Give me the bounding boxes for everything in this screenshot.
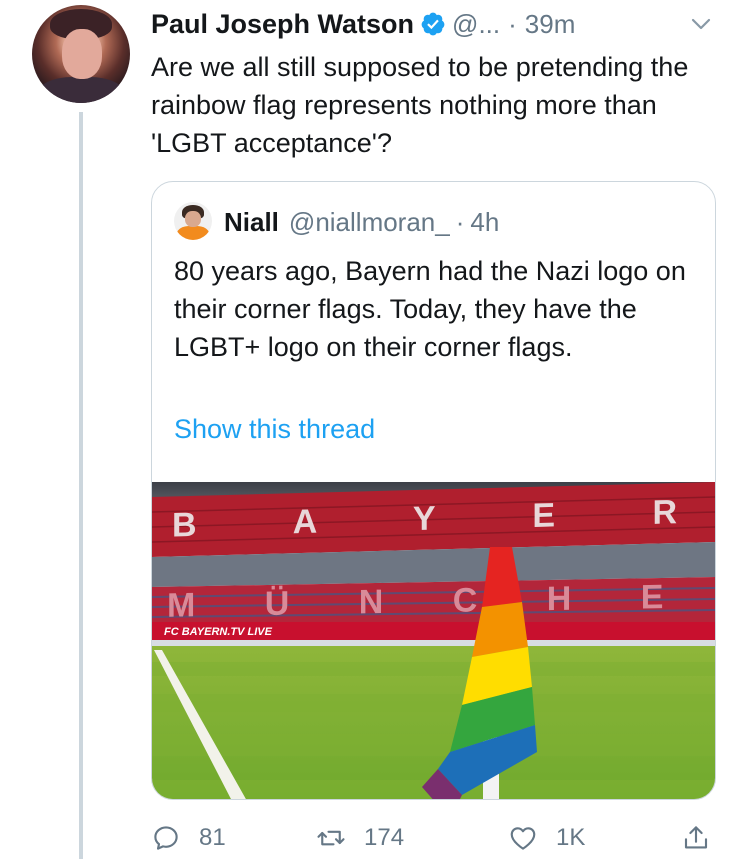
author-name[interactable]: Paul Joseph Watson — [151, 9, 414, 40]
share-icon[interactable] — [681, 823, 711, 853]
like-action[interactable]: 1K — [508, 816, 585, 860]
quote-author-handle: @niallmoran_ — [288, 206, 450, 237]
chevron-down-icon[interactable] — [690, 13, 712, 35]
show-thread-link[interactable]: Show this thread — [174, 414, 375, 445]
quoted-tweet[interactable]: Niall @niallmoran_ · 4h 80 years ago, Ba… — [151, 181, 716, 800]
tweet-header: Paul Joseph Watson @... · 39m — [151, 4, 575, 44]
retweet-action[interactable]: 174 — [316, 816, 404, 860]
quote-separator-dot: · — [455, 206, 465, 237]
tweet-text: Are we all still supposed to be pretendi… — [151, 52, 689, 158]
tweet-action-bar: 81 174 1K — [151, 816, 731, 860]
author-avatar[interactable] — [32, 5, 130, 103]
like-icon[interactable] — [508, 823, 538, 853]
like-count: 1K — [556, 824, 586, 851]
quote-header: Niall @niallmoran_ · 4h — [224, 202, 499, 242]
retweet-count: 174 — [364, 824, 405, 851]
stadium-corner-flag-photo[interactable]: B A Y E R N M Ü N C H E N FC BAYERN.TV L… — [152, 482, 716, 800]
tweet-timestamp[interactable]: 39m — [525, 9, 576, 40]
reply-action[interactable]: 81 — [151, 816, 226, 860]
separator-dot: · — [508, 8, 517, 39]
quote-timestamp: 4h — [470, 206, 500, 237]
quote-author-name: Niall — [224, 206, 279, 237]
retweet-icon[interactable] — [316, 823, 346, 853]
share-action[interactable] — [681, 816, 711, 860]
quote-text: 80 years ago, Bayern had the Nazi logo o… — [174, 256, 686, 362]
author-handle[interactable]: @... — [452, 9, 500, 40]
verified-badge-icon — [421, 12, 445, 36]
thread-connector-line — [79, 112, 83, 859]
reply-count: 81 — [199, 824, 226, 851]
board-text: FC BAYERN.TV LIVE — [164, 626, 273, 638]
reply-icon[interactable] — [151, 823, 181, 853]
quote-author-avatar — [174, 202, 212, 240]
